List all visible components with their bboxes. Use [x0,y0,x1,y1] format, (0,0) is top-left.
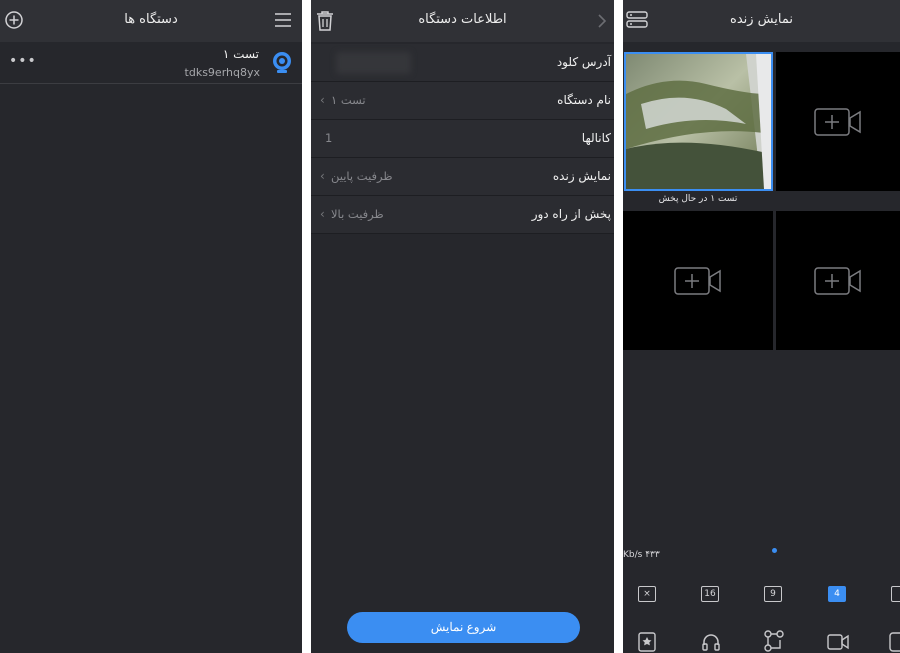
camera-feed-tile[interactable] [624,52,773,191]
info-label: نام دستگاه [557,93,611,107]
device-name: تست ۱ [222,47,259,61]
layout-9-button[interactable]: 9 [764,586,782,602]
devices-screen: دستگاه ها ••• تست ۱ tdks9erhq8yx [0,0,302,653]
live-view-header: نمایش زنده [623,0,900,42]
info-value: 1 [325,131,333,145]
chevron-left-icon: ‹ [320,93,325,107]
favorite-icon[interactable] [638,632,656,652]
empty-tile-add-camera[interactable] [776,211,900,350]
layout-more-button[interactable] [891,586,900,602]
info-label: نمایش زنده [552,169,611,183]
ptz-control-icon[interactable] [764,630,784,652]
page-indicator [772,548,777,553]
add-camera-icon [674,266,721,295]
menu-icon[interactable] [274,12,292,28]
info-row-remote-playback[interactable]: ‹ ظرفیت بالا پخش از راه دور [311,196,614,234]
live-view-screen: نمایش زنده تست ۱ در حال پخش Kb/s ۴۳۳ × 1… [623,0,900,653]
page-title: اطلاعات دستگاه [418,12,507,27]
device-serial: tdks9erhq8yx [184,66,260,79]
snapshot-icon[interactable] [889,632,900,652]
device-info-screen: اطلاعات دستگاه آدرس کلود ‹ تست ۱ نام دست… [311,0,614,653]
info-row-device-name[interactable]: ‹ تست ۱ نام دستگاه [311,82,614,120]
add-camera-icon [814,107,861,136]
info-label: کانالها [581,131,611,145]
info-label: پخش از راه دور [531,207,611,221]
add-camera-icon [814,266,861,295]
back-chevron-icon[interactable] [597,13,607,29]
info-label: آدرس کلود [556,55,611,69]
tile-caption: تست ۱ در حال پخش [658,194,738,204]
camera-feed-image [626,54,771,189]
info-row-cloud-address: آدرس کلود [311,44,614,82]
start-live-view-button[interactable]: شروع نمایش [347,612,580,643]
empty-tile-add-camera[interactable] [776,52,900,191]
redacted-value [336,52,411,74]
page-title: نمایش زنده [730,12,793,27]
layout-16-button[interactable]: 16 [701,586,719,602]
info-value: تست ۱ [331,93,366,107]
chevron-left-icon: ‹ [320,207,325,221]
record-video-icon[interactable] [827,634,849,650]
bitrate-readout: Kb/s ۴۳۳ [623,550,660,560]
layout-4-button[interactable]: 4 [828,586,846,602]
empty-tile-add-camera[interactable] [623,211,773,350]
chevron-left-icon: ‹ [320,169,325,183]
devices-header: دستگاه ها [0,0,302,42]
camera-device-icon [271,51,293,75]
more-options-icon[interactable]: ••• [9,53,37,69]
device-list-item[interactable]: ••• تست ۱ tdks9erhq8yx [0,42,302,84]
info-row-live-view[interactable]: ‹ ظرفیت پایین نمایش زنده [311,158,614,196]
device-info-header: اطلاعات دستگاه [311,0,614,42]
page-title: دستگاه ها [124,12,178,27]
info-row-channels: 1 کانالها [311,120,614,158]
info-value: ظرفیت پایین [331,169,393,183]
close-layout-icon[interactable]: × [638,586,656,602]
info-value: ظرفیت بالا [331,207,384,221]
audio-icon[interactable] [701,632,721,652]
